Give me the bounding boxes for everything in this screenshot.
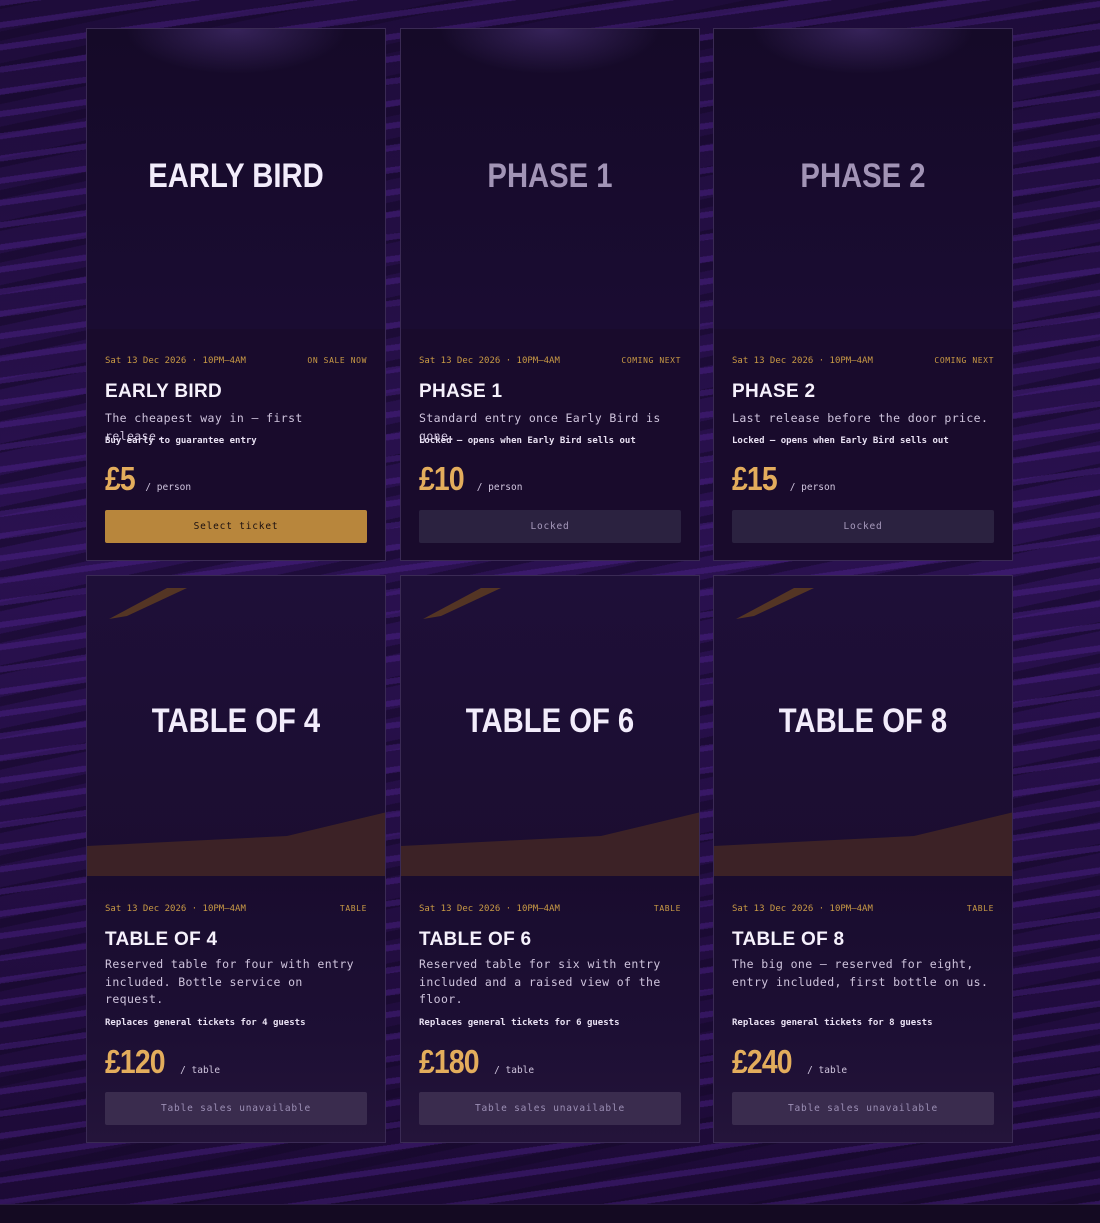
- card-hero: TABLE OF 8: [714, 576, 1012, 876]
- hero-title: PHASE 1: [487, 157, 613, 195]
- price-value: £10: [419, 460, 465, 497]
- ticket-note: Replaces general tickets for 4 guests: [105, 1018, 306, 1028]
- price: £15 / person: [732, 460, 835, 498]
- ticket-note: Replaces general tickets for 8 guests: [732, 1018, 933, 1028]
- ticket-name: PHASE 2: [732, 381, 816, 402]
- ticket-description: Last release before the door price.: [732, 411, 989, 425]
- locked-button[interactable]: Locked: [419, 510, 681, 543]
- ticket-name: TABLE OF 6: [419, 929, 532, 950]
- event-date: Sat 13 Dec 2026 · 10PM–4AM COMING NEXT: [732, 356, 994, 366]
- hero-title: EARLY BIRD: [148, 157, 324, 195]
- price: £5 / person: [105, 460, 191, 498]
- ticket-name: TABLE OF 4: [105, 929, 218, 950]
- price: £10 / person: [419, 460, 522, 498]
- price: £240 / table: [732, 1043, 847, 1081]
- ticket-note: Locked — opens when Early Bird sells out: [732, 436, 949, 446]
- hero-title: TABLE OF 8: [778, 702, 948, 740]
- locked-button[interactable]: Locked: [732, 510, 994, 543]
- price-value: £120: [105, 1043, 166, 1080]
- ticket-description: Reserved table for six with entry includ…: [419, 957, 661, 1006]
- event-date: Sat 13 Dec 2026 · 10PM–4AM TABLE: [105, 904, 367, 914]
- card-hero: EARLY BIRD: [87, 29, 385, 329]
- price-value: £180: [419, 1043, 480, 1080]
- price-unit: / table: [494, 1065, 535, 1076]
- event-date: Sat 13 Dec 2026 · 10PM–4AM TABLE: [732, 904, 994, 914]
- hero-title: TABLE OF 4: [151, 702, 321, 740]
- card-hero: TABLE OF 6: [401, 576, 699, 876]
- table-sales-unavailable-button[interactable]: Table sales unavailable: [732, 1092, 994, 1125]
- ticket-card-phase-2: PHASE 2 Sat 13 Dec 2026 · 10PM–4AM COMIN…: [713, 28, 1013, 561]
- price: £120 / table: [105, 1043, 220, 1081]
- status-badge: TABLE: [653, 904, 681, 913]
- ticket-note: Locked — opens when Early Bird sells out: [419, 436, 636, 446]
- price-unit: / person: [789, 482, 836, 493]
- ticket-card-table-of-8: TABLE OF 8 Sat 13 Dec 2026 · 10PM–4AM TA…: [713, 575, 1013, 1143]
- price-unit: / person: [145, 482, 192, 493]
- price-value: £240: [732, 1043, 793, 1080]
- ticket-note: Replaces general tickets for 6 guests: [419, 1018, 620, 1028]
- ticket-description: The big one — reserved for eight, entry …: [732, 957, 989, 989]
- status-badge: TABLE: [966, 904, 994, 913]
- event-date: Sat 13 Dec 2026 · 10PM–4AM COMING NEXT: [419, 356, 681, 366]
- card-hero: PHASE 1: [401, 29, 699, 329]
- footer-strip: [0, 1204, 1100, 1223]
- status-badge: COMING NEXT: [934, 356, 994, 365]
- ticket-card-early-bird: EARLY BIRD Sat 13 Dec 2026 · 10PM–4AM ON…: [86, 28, 386, 561]
- status-badge: COMING NEXT: [621, 356, 681, 365]
- card-hero: PHASE 2: [714, 29, 1012, 329]
- ticket-name: TABLE OF 8: [732, 929, 845, 950]
- price-unit: / person: [476, 482, 523, 493]
- price-unit: / table: [807, 1065, 848, 1076]
- table-sales-unavailable-button[interactable]: Table sales unavailable: [419, 1092, 681, 1125]
- hero-title: TABLE OF 6: [465, 702, 635, 740]
- price-unit: / table: [180, 1065, 221, 1076]
- ticket-description: Reserved table for four with entry inclu…: [105, 957, 355, 1006]
- hero-title: PHASE 2: [800, 157, 926, 195]
- ticket-card-table-of-4: TABLE OF 4 Sat 13 Dec 2026 · 10PM–4AM TA…: [86, 575, 386, 1143]
- ticket-name: EARLY BIRD: [105, 381, 223, 402]
- event-date: Sat 13 Dec 2026 · 10PM–4AM TABLE: [419, 904, 681, 914]
- select-ticket-button[interactable]: Select ticket: [105, 510, 367, 543]
- ticket-card-phase-1: PHASE 1 Sat 13 Dec 2026 · 10PM–4AM COMIN…: [400, 28, 700, 561]
- table-sales-unavailable-button[interactable]: Table sales unavailable: [105, 1092, 367, 1125]
- event-date: Sat 13 Dec 2026 · 10PM–4AM ON SALE NOW: [105, 356, 367, 366]
- card-hero: TABLE OF 4: [87, 576, 385, 876]
- status-badge: TABLE: [339, 904, 367, 913]
- price-value: £5: [105, 460, 136, 497]
- ticket-name: PHASE 1: [419, 381, 503, 402]
- price: £180 / table: [419, 1043, 534, 1081]
- ticket-note: Buy early to guarantee entry: [105, 436, 257, 446]
- status-badge: ON SALE NOW: [307, 356, 367, 365]
- ticket-card-table-of-6: TABLE OF 6 Sat 13 Dec 2026 · 10PM–4AM TA…: [400, 575, 700, 1143]
- price-value: £15: [732, 460, 778, 497]
